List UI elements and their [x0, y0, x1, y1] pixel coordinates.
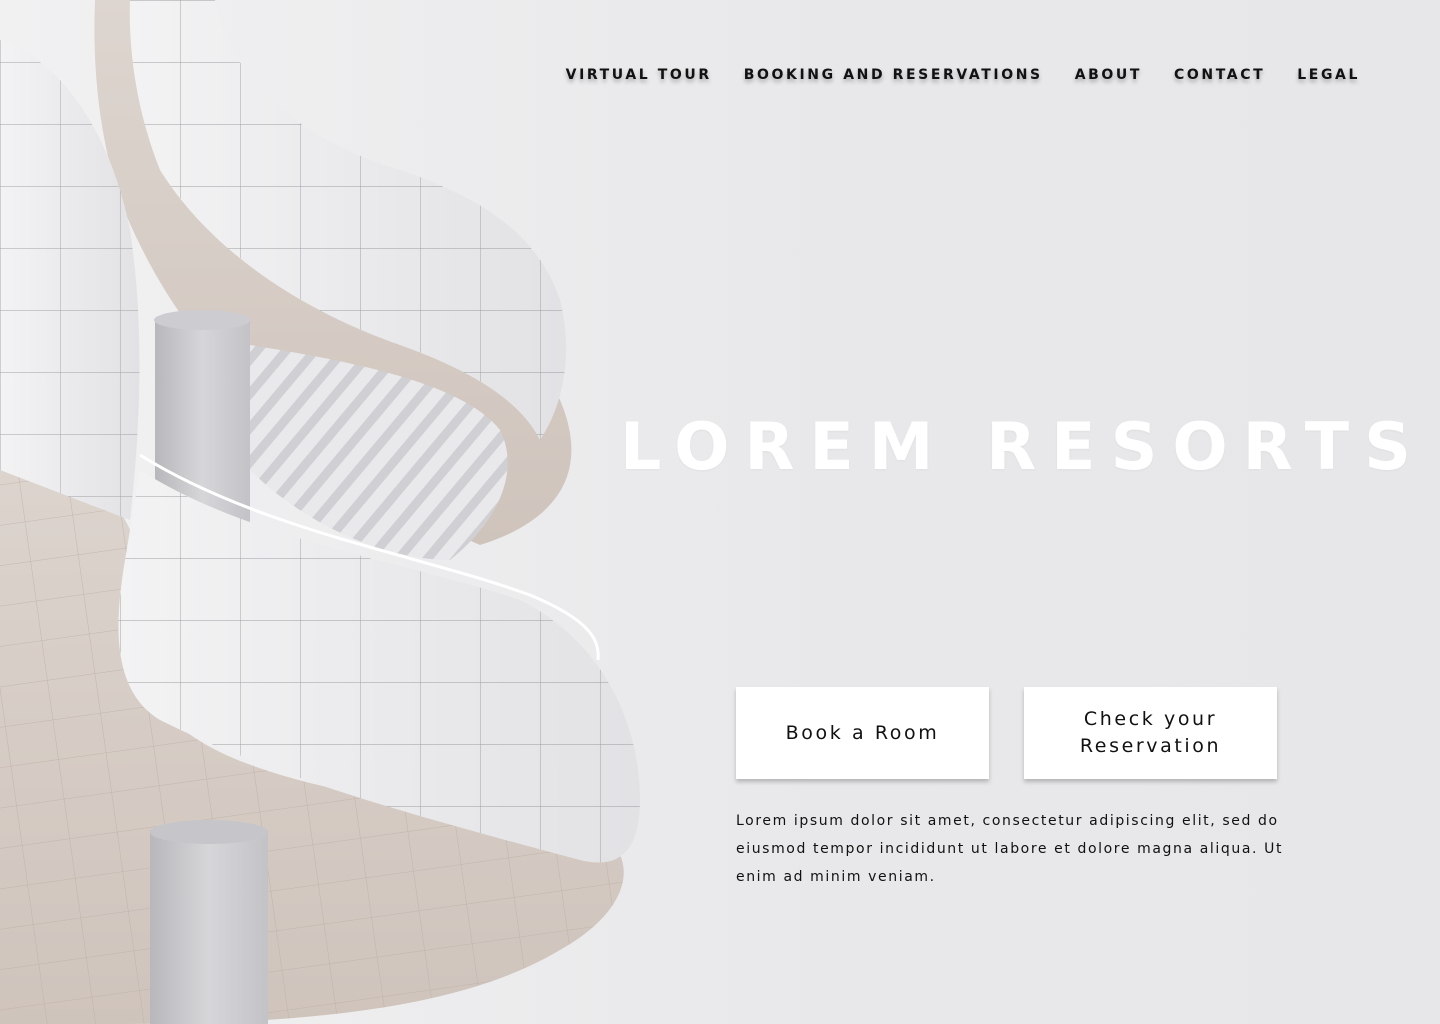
nav-item-virtual-tour[interactable]: VIRTUAL TOUR	[566, 67, 712, 83]
nav-item-legal[interactable]: LEGAL	[1297, 67, 1360, 83]
hero-title: LOREM RESORTS	[620, 410, 1426, 485]
landing-page: VIRTUAL TOUR BOOKING AND RESERVATIONS AB…	[0, 0, 1440, 1024]
check-reservation-button[interactable]: Check your Reservation	[1024, 687, 1277, 779]
main-nav: VIRTUAL TOUR BOOKING AND RESERVATIONS AB…	[566, 67, 1360, 83]
nav-item-contact[interactable]: CONTACT	[1174, 67, 1265, 83]
nav-item-booking-and-reservations[interactable]: BOOKING AND RESERVATIONS	[744, 67, 1043, 83]
hero-building-image	[0, 0, 850, 1024]
nav-item-about[interactable]: ABOUT	[1075, 67, 1142, 83]
book-room-button[interactable]: Book a Room	[736, 687, 989, 779]
cta-buttons: Book a Room Check your Reservation	[736, 687, 1277, 779]
hero-description: Lorem ipsum dolor sit amet, consectetur …	[736, 813, 1284, 885]
